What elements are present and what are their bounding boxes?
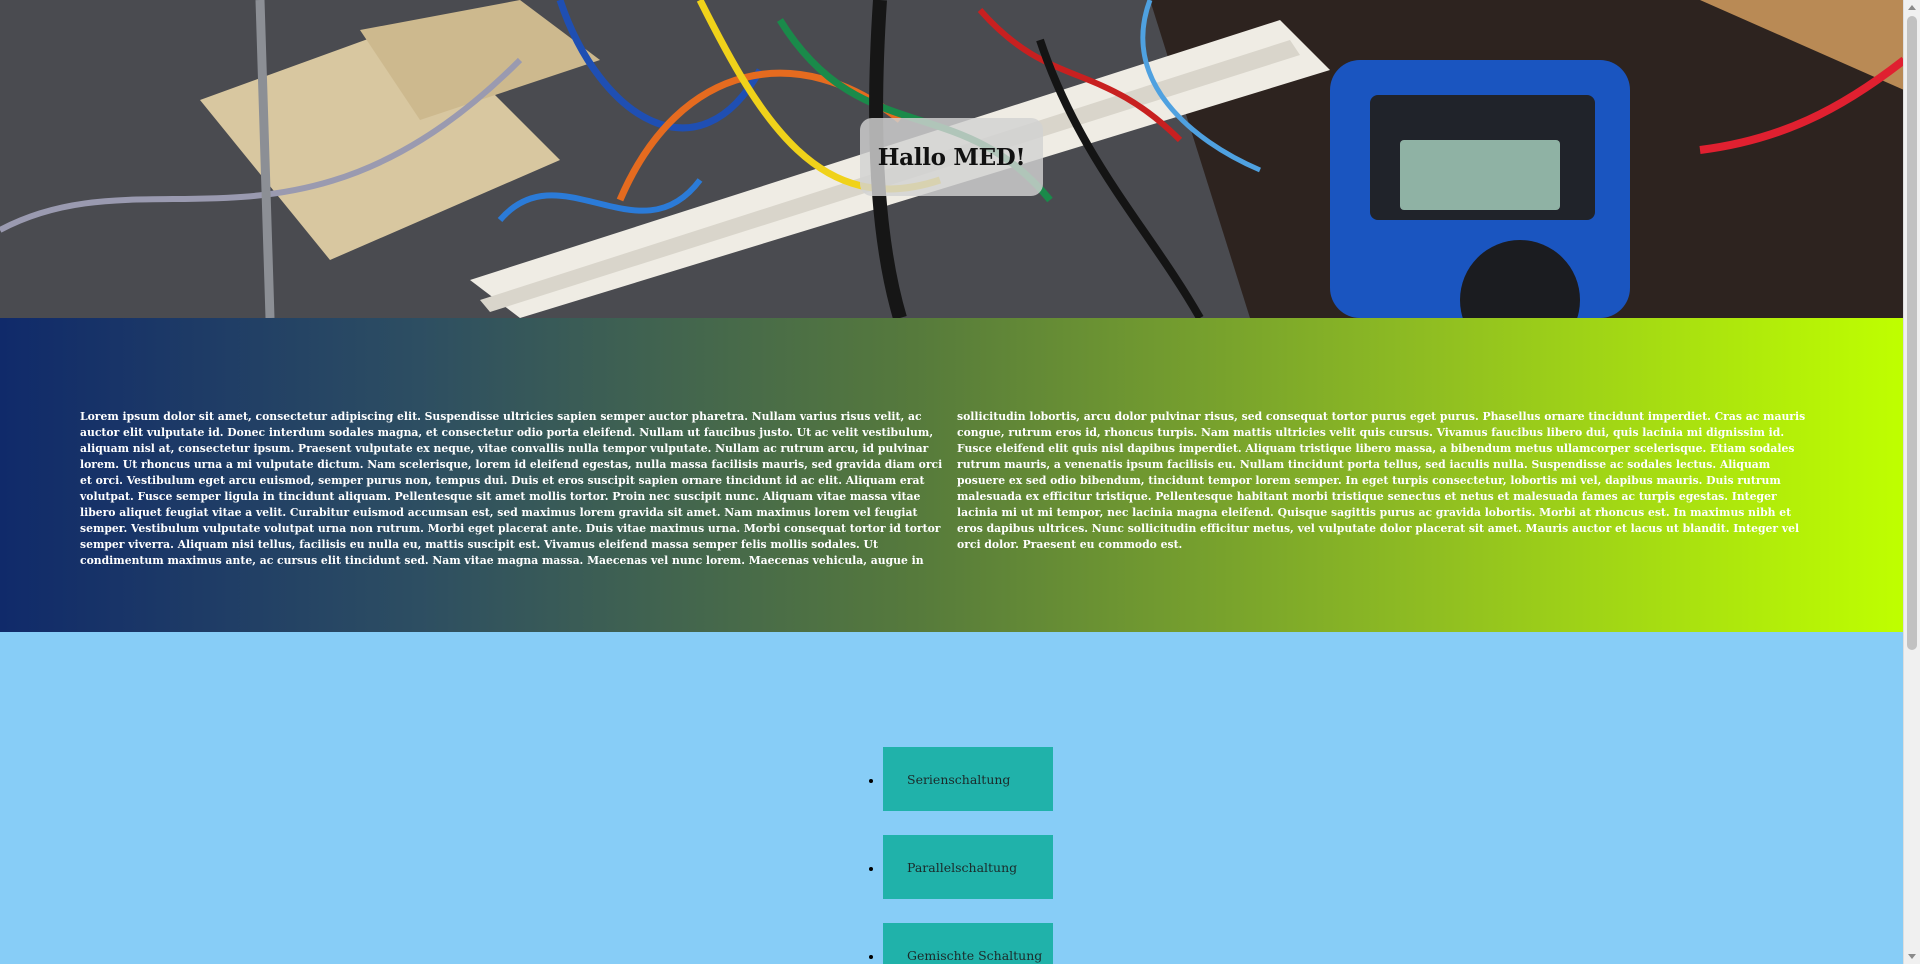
- intro-section: Lorem ipsum dolor sit amet, consectetur …: [0, 318, 1904, 632]
- scroll-up-arrow-icon[interactable]: [1908, 5, 1916, 10]
- navigation-section: Serienschaltung Parallelschaltung Gemisc…: [0, 632, 1904, 964]
- nav-button-serienschaltung[interactable]: Serienschaltung: [883, 747, 1053, 811]
- list-item: Parallelschaltung: [883, 835, 1053, 899]
- list-item: Serienschaltung: [883, 747, 1053, 811]
- page-title: Hallo MED!: [877, 143, 1026, 171]
- hero-banner: Hallo MED!: [0, 0, 1904, 318]
- circuit-nav-list: Serienschaltung Parallelschaltung Gemisc…: [883, 747, 1053, 964]
- intro-text-columns: Lorem ipsum dolor sit amet, consectetur …: [80, 409, 1820, 569]
- vertical-scrollbar[interactable]: [1903, 0, 1920, 964]
- page: Hallo MED! Lorem ipsum dolor sit amet, c…: [0, 0, 1904, 964]
- intro-paragraph: Lorem ipsum dolor sit amet, consectetur …: [80, 410, 1806, 567]
- hero-title-box: Hallo MED!: [860, 118, 1043, 196]
- nav-button-parallelschaltung[interactable]: Parallelschaltung: [883, 835, 1053, 899]
- nav-button-gemischte-schaltung[interactable]: Gemischte Schaltung: [883, 923, 1053, 964]
- scroll-down-arrow-icon[interactable]: [1908, 954, 1916, 959]
- scrollbar-thumb[interactable]: [1907, 16, 1917, 650]
- list-item: Gemischte Schaltung: [883, 923, 1053, 964]
